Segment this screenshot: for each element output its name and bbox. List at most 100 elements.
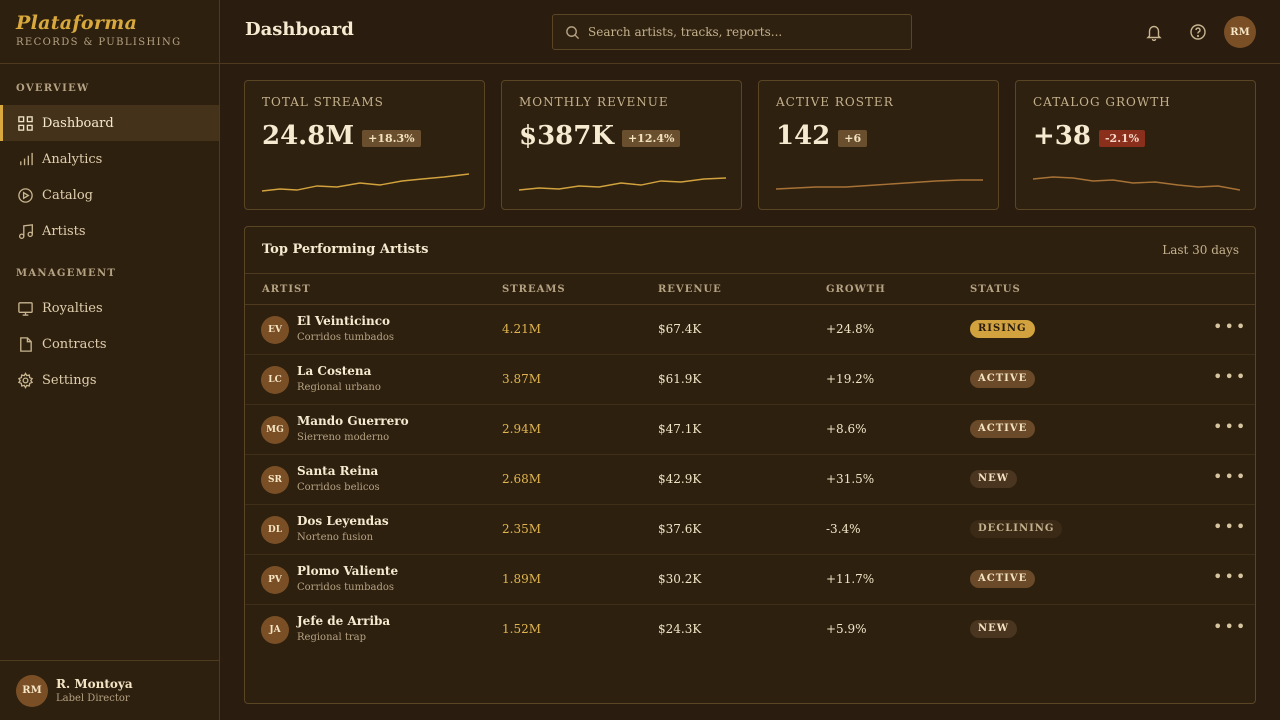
panel-title: Top Performing Artists bbox=[262, 242, 429, 257]
more-options-icon[interactable]: ••• bbox=[1213, 317, 1247, 336]
streams-cell: 2.94M bbox=[502, 422, 542, 436]
more-options-icon[interactable]: ••• bbox=[1213, 417, 1247, 436]
artist-genre: Corridos tumbados bbox=[297, 582, 395, 593]
artist-name[interactable]: Jefe de Arriba bbox=[297, 614, 390, 628]
stat-value: $387K bbox=[519, 121, 614, 151]
streams-cell: 2.35M bbox=[502, 522, 542, 536]
monitor-icon bbox=[16, 299, 34, 317]
artist-name[interactable]: La Costena bbox=[297, 364, 371, 378]
more-options-icon[interactable]: ••• bbox=[1213, 367, 1247, 386]
sparkline bbox=[776, 179, 983, 190]
status-badge: RISING bbox=[970, 320, 1035, 338]
artist-name[interactable]: Mando Guerrero bbox=[297, 414, 409, 428]
sidebar-item-label: Analytics bbox=[42, 151, 103, 167]
column-header-artist[interactable]: ARTIST bbox=[262, 284, 311, 295]
user-name: R. Montoya bbox=[56, 677, 133, 691]
table-row[interactable]: EV El Veinticinco Corridos tumbados 4.21… bbox=[245, 305, 1255, 355]
growth-cell: +19.2% bbox=[826, 372, 875, 386]
date-range-label[interactable]: Last 30 days bbox=[1162, 243, 1239, 257]
bell-icon[interactable] bbox=[1142, 20, 1166, 44]
search-bar[interactable] bbox=[552, 14, 912, 50]
more-options-icon[interactable]: ••• bbox=[1213, 467, 1247, 486]
table-row[interactable]: JA Jefe de Arriba Regional trap 1.52M $2… bbox=[245, 605, 1255, 655]
growth-cell: -3.4% bbox=[826, 522, 861, 536]
table-row[interactable]: DL Dos Leyendas Norteno fusion 2.35M $37… bbox=[245, 505, 1255, 555]
grid-icon bbox=[16, 114, 34, 132]
growth-cell: +31.5% bbox=[826, 472, 875, 486]
sidebar-item-royalties[interactable]: Royalties bbox=[0, 290, 219, 326]
nav-section-overview: OVERVIEW bbox=[16, 83, 90, 94]
sidebar: Plataforma RECORDS & PUBLISHING OVERVIEW… bbox=[0, 0, 220, 720]
table-row[interactable]: SR Santa Reina Corridos belicos 2.68M $4… bbox=[245, 455, 1255, 505]
status-badge: NEW bbox=[970, 470, 1017, 488]
header-avatar[interactable]: RM bbox=[1224, 16, 1256, 48]
artist-name[interactable]: Plomo Valiente bbox=[297, 564, 398, 578]
status-badge: ACTIVE bbox=[970, 370, 1036, 388]
status-badge: ACTIVE bbox=[970, 570, 1036, 588]
stat-card-total-streams: TOTAL STREAMS 24.8M +18.3% bbox=[244, 80, 485, 210]
artist-name[interactable]: Santa Reina bbox=[297, 464, 378, 478]
growth-cell: +5.9% bbox=[826, 622, 867, 636]
table-row[interactable]: PV Plomo Valiente Corridos tumbados 1.89… bbox=[245, 555, 1255, 605]
sidebar-item-label: Settings bbox=[42, 372, 97, 388]
streams-cell: 4.21M bbox=[502, 322, 542, 336]
help-icon[interactable] bbox=[1186, 20, 1210, 44]
sidebar-item-dashboard[interactable]: Dashboard bbox=[0, 105, 219, 141]
sidebar-item-settings[interactable]: Settings bbox=[0, 362, 219, 398]
growth-cell: +8.6% bbox=[826, 422, 867, 436]
stat-value: 142 bbox=[776, 121, 831, 151]
table-row[interactable]: MG Mando Guerrero Sierreno moderno 2.94M… bbox=[245, 405, 1255, 455]
sparkline bbox=[1033, 176, 1240, 191]
brand: Plataforma RECORDS & PUBLISHING bbox=[0, 0, 219, 64]
artist-genre: Sierreno moderno bbox=[297, 432, 390, 443]
stat-label: MONTHLY REVENUE bbox=[519, 95, 669, 109]
search-input[interactable] bbox=[588, 25, 888, 39]
sidebar-item-contracts[interactable]: Contracts bbox=[0, 326, 219, 362]
sidebar-item-artists[interactable]: Artists bbox=[0, 213, 219, 249]
stat-value: 24.8M bbox=[262, 121, 355, 151]
artist-name[interactable]: El Veinticinco bbox=[297, 314, 390, 328]
revenue-cell: $67.4K bbox=[658, 322, 702, 336]
stat-label: ACTIVE ROSTER bbox=[776, 95, 894, 109]
more-options-icon[interactable]: ••• bbox=[1213, 617, 1247, 636]
column-header-growth[interactable]: GROWTH bbox=[826, 284, 886, 295]
artist-name[interactable]: Dos Leyendas bbox=[297, 514, 389, 528]
stat-card-active-roster: ACTIVE ROSTER 142 +6 bbox=[758, 80, 999, 210]
column-header-revenue[interactable]: REVENUE bbox=[658, 284, 722, 295]
revenue-cell: $47.1K bbox=[658, 422, 702, 436]
more-options-icon[interactable]: ••• bbox=[1213, 567, 1247, 586]
table-header: ARTIST STREAMS REVENUE GROWTH STATUS bbox=[245, 273, 1255, 305]
status-badge: ACTIVE bbox=[970, 420, 1036, 438]
sidebar-item-label: Catalog bbox=[42, 187, 93, 203]
stat-delta-badge: +6 bbox=[838, 129, 868, 147]
stat-card-monthly-revenue: MONTHLY REVENUE $387K +12.4% bbox=[501, 80, 742, 210]
user-role: Label Director bbox=[56, 693, 130, 704]
revenue-cell: $30.2K bbox=[658, 572, 702, 586]
sidebar-item-analytics[interactable]: Analytics bbox=[0, 141, 219, 177]
revenue-cell: $61.9K bbox=[658, 372, 702, 386]
top-artists-panel: Top Performing Artists Last 30 days ARTI… bbox=[244, 226, 1256, 704]
stat-delta-badge: +18.3% bbox=[362, 129, 421, 147]
status-badge: NEW bbox=[970, 620, 1017, 638]
play-circle-icon bbox=[16, 186, 34, 204]
top-header: Dashboard RM bbox=[220, 0, 1280, 64]
artist-genre: Norteno fusion bbox=[297, 532, 374, 543]
streams-cell: 1.52M bbox=[502, 622, 542, 636]
streams-cell: 2.68M bbox=[502, 472, 542, 486]
sidebar-item-label: Royalties bbox=[42, 300, 103, 316]
stat-card-catalog-growth: CATALOG GROWTH +38 -2.1% bbox=[1015, 80, 1256, 210]
column-header-status[interactable]: STATUS bbox=[970, 284, 1021, 295]
brand-logo[interactable]: Plataforma bbox=[16, 12, 203, 34]
sidebar-item-catalog[interactable]: Catalog bbox=[0, 177, 219, 213]
music-note-icon bbox=[16, 222, 34, 240]
status-badge: DECLINING bbox=[970, 520, 1063, 538]
user-profile[interactable]: RM R. Montoya Label Director bbox=[0, 660, 219, 720]
sidebar-item-label: Artists bbox=[42, 223, 86, 239]
table-row[interactable]: LC La Costena Regional urbano 3.87M $61.… bbox=[245, 355, 1255, 405]
artist-genre: Regional trap bbox=[297, 632, 367, 643]
more-options-icon[interactable]: ••• bbox=[1213, 517, 1247, 536]
stat-delta-badge: -2.1% bbox=[1098, 129, 1146, 147]
sidebar-item-label: Contracts bbox=[42, 336, 107, 352]
column-header-streams[interactable]: STREAMS bbox=[502, 284, 566, 295]
artist-avatar: EV bbox=[261, 316, 289, 344]
